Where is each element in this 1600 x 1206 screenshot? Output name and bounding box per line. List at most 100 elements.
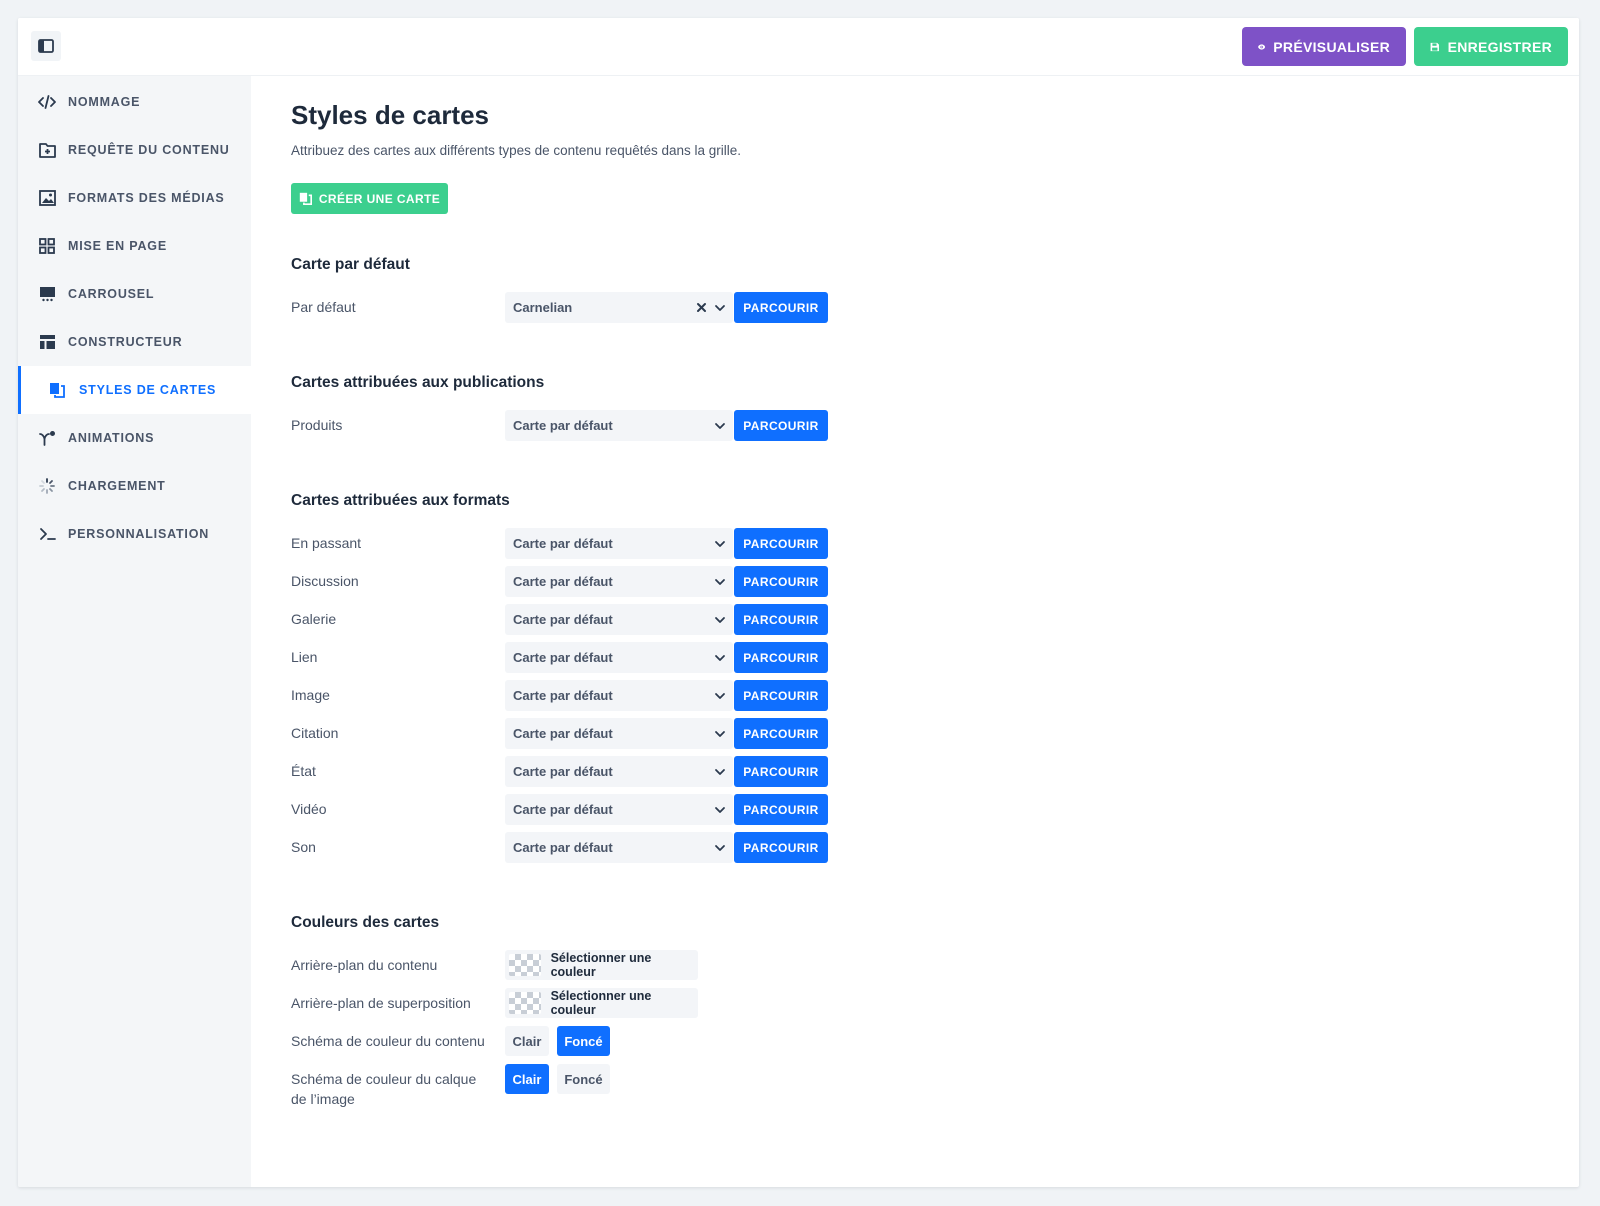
card-select[interactable]: Carte par défaut — [505, 680, 733, 711]
overlay-bg-color-picker[interactable]: Sélectionner une couleur — [505, 988, 698, 1018]
top-bar: PRÉVISUALISER ENREGISTRER — [18, 18, 1579, 76]
select-value: Carte par défaut — [513, 612, 613, 627]
sidebar-item-constructeur[interactable]: CONSTRUCTEUR — [18, 318, 251, 366]
chevron-down-icon — [714, 765, 726, 783]
sidebar-item-chargement[interactable]: CHARGEMENT — [18, 462, 251, 510]
row-label: Arrière-plan de superposition — [291, 995, 471, 1011]
row-label: Vidéo — [291, 801, 327, 817]
row-label: État — [291, 763, 316, 779]
select-value: Carte par défaut — [513, 536, 613, 551]
card-select[interactable]: Carte par défaut — [505, 832, 733, 863]
cards-icon — [299, 192, 312, 205]
browse-button[interactable]: PARCOURIR — [734, 756, 828, 787]
chevron-down-icon — [714, 803, 726, 821]
overlay-scheme-light-button[interactable]: Clair — [505, 1064, 549, 1094]
browse-button[interactable]: PARCOURIR — [734, 680, 828, 711]
section-title-colors: Couleurs des cartes — [291, 914, 440, 931]
select-value: Carte par défaut — [513, 840, 613, 855]
browse-button[interactable]: PARCOURIR — [734, 292, 828, 323]
content-scheme-light-button[interactable]: Clair — [505, 1026, 549, 1056]
browse-button[interactable]: PARCOURIR — [734, 642, 828, 673]
sidebar-item-label: CARROUSEL — [68, 287, 155, 301]
row-label: Schéma de couleur du contenu — [291, 1033, 485, 1049]
browse-button[interactable]: PARCOURIR — [734, 832, 828, 863]
code-icon — [38, 93, 56, 111]
sidebar-item-label: PERSONNALISATION — [68, 527, 210, 541]
sidebar-item-animations[interactable]: ANIMATIONS — [18, 414, 251, 462]
content-bg-color-picker[interactable]: Sélectionner une couleur — [505, 950, 698, 980]
card-select[interactable]: Carte par défaut — [505, 642, 733, 673]
row-label: En passant — [291, 535, 362, 551]
save-button[interactable]: ENREGISTRER — [1414, 27, 1568, 66]
section-title-formats: Cartes attribuées aux formats — [291, 492, 510, 509]
chevron-down-icon — [714, 419, 726, 437]
folder-plus-icon — [38, 141, 56, 159]
sidebar-item-personnalisation[interactable]: PERSONNALISATION — [18, 510, 251, 558]
eye-icon — [1258, 43, 1266, 50]
chevron-down-icon — [714, 575, 726, 593]
create-card-label: CRÉER UNE CARTE — [318, 191, 441, 206]
app-window: PRÉVISUALISER ENREGISTRER NOMMAGE REQUÊT… — [18, 18, 1579, 1187]
save-button-label: ENREGISTRER — [1447, 38, 1552, 55]
chevron-down-icon — [714, 689, 726, 707]
layout-icon — [38, 333, 56, 351]
sidebar: NOMMAGE REQUÊTE DU CONTENU FORMATS DES M… — [18, 76, 251, 1187]
color-picker-label: Sélectionner une couleur — [550, 989, 652, 1017]
image-icon — [38, 189, 56, 207]
select-value: Carte par défaut — [513, 650, 613, 665]
section-title-default-card: Carte par défaut — [291, 256, 410, 273]
browse-button[interactable]: PARCOURIR — [734, 604, 828, 635]
preview-button[interactable]: PRÉVISUALISER — [1242, 27, 1406, 66]
card-select[interactable]: Carte par défaut — [505, 410, 733, 441]
browse-button[interactable]: PARCOURIR — [734, 794, 828, 825]
row-label: Lien — [291, 649, 318, 665]
default-card-select[interactable]: Carnelian — [505, 292, 733, 323]
cards-icon — [48, 381, 66, 399]
card-select[interactable]: Carte par défaut — [505, 528, 733, 559]
sidebar-item-styles-de-cartes[interactable]: STYLES DE CARTES — [18, 366, 251, 414]
sidebar-item-requete-du-contenu[interactable]: REQUÊTE DU CONTENU — [18, 126, 251, 174]
create-card-button[interactable]: CRÉER UNE CARTE — [291, 183, 448, 214]
floppy-disk-icon — [1430, 42, 1439, 51]
content-scheme-dark-button[interactable]: Foncé — [557, 1026, 610, 1056]
page-description: Attribuez des cartes aux différents type… — [291, 143, 742, 158]
clear-icon[interactable] — [696, 300, 707, 318]
select-value: Carte par défaut — [513, 726, 613, 741]
row-label: Citation — [291, 725, 339, 741]
sidebar-item-mise-en-page[interactable]: MISE EN PAGE — [18, 222, 251, 270]
sidebar-item-carrousel[interactable]: CARROUSEL — [18, 270, 251, 318]
row-label: Discussion — [291, 573, 359, 589]
animation-icon — [38, 429, 56, 447]
row-label: Produits — [291, 417, 343, 433]
card-select[interactable]: Carte par défaut — [505, 718, 733, 749]
select-value: Carte par défaut — [513, 574, 613, 589]
sidebar-item-formats-des-medias[interactable]: FORMATS DES MÉDIAS — [18, 174, 251, 222]
overlay-scheme-dark-button[interactable]: Foncé — [557, 1064, 610, 1094]
main-content: Styles de cartes Attribuez des cartes au… — [251, 76, 1579, 1187]
chevron-down-icon — [714, 841, 726, 859]
browse-button[interactable]: PARCOURIR — [734, 566, 828, 597]
browse-button[interactable]: PARCOURIR — [734, 410, 828, 441]
sidebar-item-label: MISE EN PAGE — [68, 239, 167, 253]
chevron-down-icon — [714, 301, 726, 319]
card-select[interactable]: Carte par défaut — [505, 756, 733, 787]
terminal-icon — [38, 525, 56, 543]
card-select[interactable]: Carte par défaut — [505, 566, 733, 597]
row-label: Son — [291, 839, 316, 855]
transparent-swatch — [509, 954, 541, 976]
chevron-down-icon — [714, 613, 726, 631]
chevron-down-icon — [714, 651, 726, 669]
browse-button[interactable]: PARCOURIR — [734, 528, 828, 559]
select-value: Carte par défaut — [513, 418, 613, 433]
browse-button[interactable]: PARCOURIR — [734, 718, 828, 749]
sidebar-item-label: FORMATS DES MÉDIAS — [68, 191, 225, 205]
sidebar-item-nommage[interactable]: NOMMAGE — [18, 78, 251, 126]
card-select[interactable]: Carte par défaut — [505, 604, 733, 635]
sidebar-toggle-icon — [38, 39, 54, 53]
select-value: Carnelian — [513, 300, 573, 315]
color-picker-label: Sélectionner une couleur — [550, 951, 652, 979]
sidebar-toggle-button[interactable] — [31, 31, 61, 61]
card-select[interactable]: Carte par défaut — [505, 794, 733, 825]
sidebar-item-label: ANIMATIONS — [68, 431, 155, 445]
select-value: Carte par défaut — [513, 764, 613, 779]
